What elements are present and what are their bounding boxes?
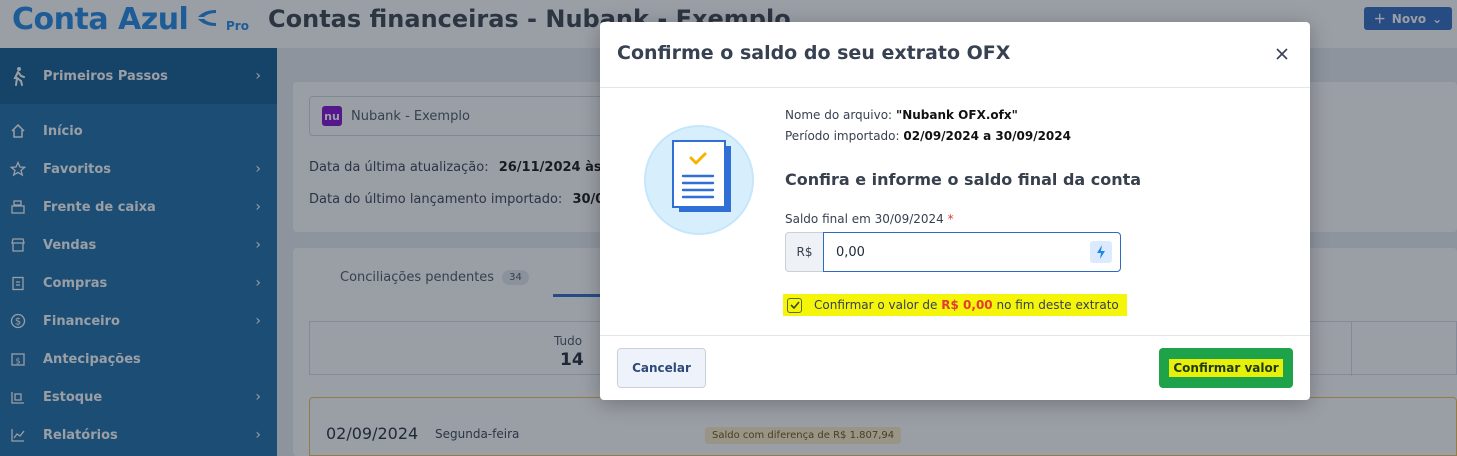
confirm-text-before: Confirmar o valor de — [814, 298, 938, 312]
file-name-value: "Nubank OFX.ofx" — [895, 108, 1018, 122]
confirm-balance-checkbox-row[interactable]: Confirmar o valor de R$ 0,00 no fim dest… — [783, 294, 1127, 316]
required-mark: * — [947, 212, 954, 226]
confirm-amount: R$ 0,00 — [941, 298, 993, 312]
quick-fill-button[interactable] — [1090, 241, 1112, 263]
close-button[interactable] — [1272, 44, 1292, 64]
currency-prefix: R$ — [785, 232, 823, 272]
file-name-info: Nome do arquivo: "Nubank OFX.ofx" — [785, 108, 1018, 122]
balance-input-wrapper — [823, 232, 1121, 272]
document-check-illustration — [639, 124, 761, 236]
confirm-text-after: no fim deste extrato — [996, 298, 1119, 312]
modal-footer-divider — [600, 335, 1310, 336]
period-value: 02/09/2024 a 30/09/2024 — [903, 129, 1071, 143]
modal-header: Confirme o saldo do seu extrato OFX — [600, 22, 1310, 88]
period-info: Período importado: 02/09/2024 a 30/09/20… — [785, 129, 1071, 143]
confirm-balance-modal: Confirme o saldo do seu extrato OFX Nome… — [600, 22, 1310, 400]
confirm-value-button[interactable]: Confirmar valor — [1159, 348, 1293, 388]
period-label: Período importado: — [785, 129, 900, 143]
balance-input-group: R$ — [785, 232, 1121, 272]
section-title: Confira e informe o saldo final da conta — [785, 170, 1142, 189]
cancel-button[interactable]: Cancelar — [617, 348, 706, 388]
file-name-label: Nome do arquivo: — [785, 108, 893, 122]
lightning-icon — [1097, 245, 1105, 259]
balance-input[interactable] — [824, 233, 1120, 271]
balance-field-label: Saldo final em 30/09/2024 * — [785, 212, 954, 226]
modal-title: Confirme o saldo do seu extrato OFX — [617, 42, 1011, 64]
confirm-checkbox[interactable] — [787, 297, 802, 313]
balance-field-label-text: Saldo final em 30/09/2024 — [785, 212, 944, 226]
confirm-value-label: Confirmar valor — [1169, 359, 1283, 377]
confirm-checkbox-label: Confirmar o valor de R$ 0,00 no fim dest… — [814, 298, 1119, 312]
close-icon — [1276, 48, 1288, 60]
checkmark-icon — [789, 301, 800, 309]
